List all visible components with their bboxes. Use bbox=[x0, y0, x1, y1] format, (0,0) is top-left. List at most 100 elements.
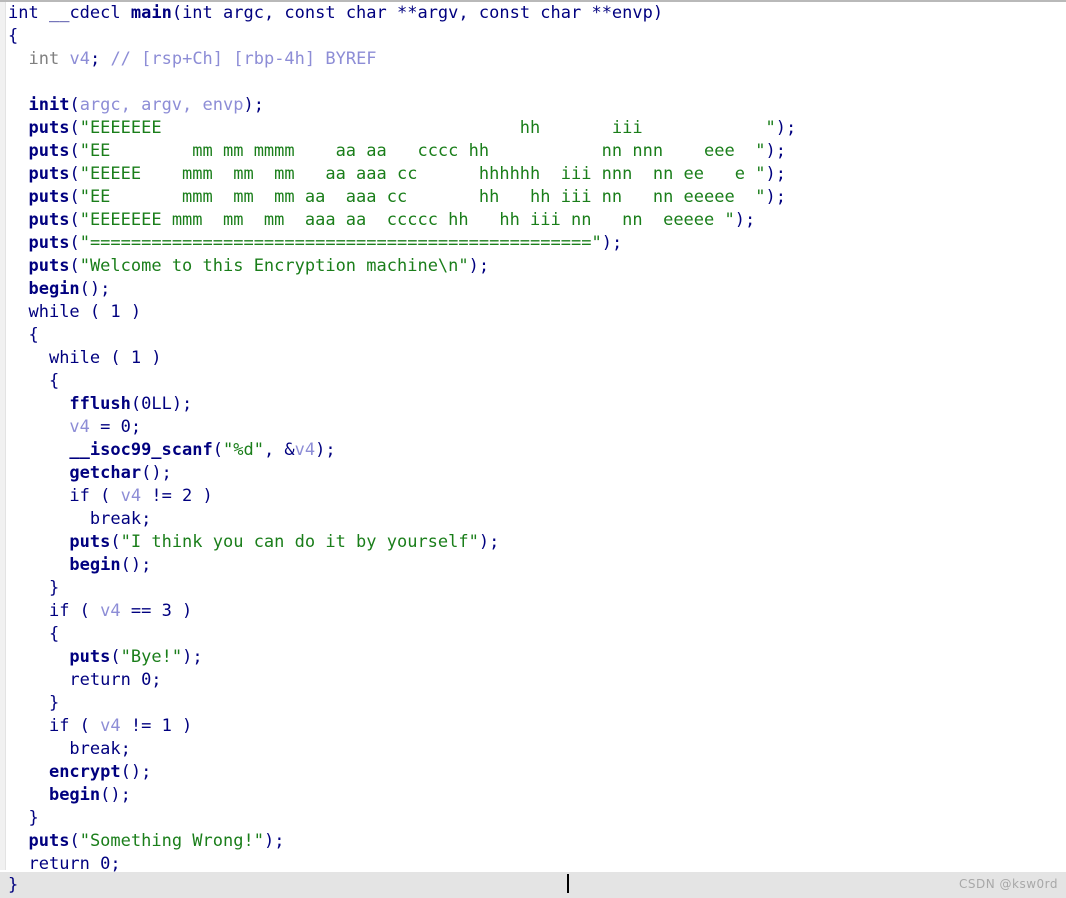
call-init[interactable]: init bbox=[28, 95, 69, 115]
quote-open-b0: " bbox=[79, 118, 90, 138]
call-begin-3[interactable]: begin bbox=[49, 785, 100, 805]
code-line-encrypt[interactable]: encrypt(); bbox=[0, 761, 1066, 784]
quote-open-wel: " bbox=[79, 256, 90, 276]
code-line-brace-open-if-eq3[interactable]: { bbox=[0, 623, 1066, 646]
code-line-welcome[interactable]: puts("Welcome to this Encryption machine… bbox=[0, 255, 1066, 278]
if-ne1-operand[interactable]: v4 bbox=[100, 716, 120, 736]
local-var-v4[interactable]: v4 bbox=[69, 49, 89, 69]
code-line-fflush[interactable]: fflush(0LL); bbox=[0, 393, 1066, 416]
return-statement-1: return 0; bbox=[69, 670, 162, 690]
code-line-break-1[interactable]: break; bbox=[0, 508, 1066, 531]
code-line-begin-1[interactable]: begin(); bbox=[0, 278, 1066, 301]
call-begin-2[interactable]: begin bbox=[69, 555, 120, 575]
code-line-while-inner[interactable]: while ( 1 ) bbox=[0, 347, 1066, 370]
paren-open-wrong: ( bbox=[69, 831, 80, 851]
paren-open-b3: ( bbox=[69, 187, 80, 207]
if-ne2-comparison: != 2 ) bbox=[141, 486, 213, 506]
assign-target-v4[interactable]: v4 bbox=[69, 417, 89, 437]
think-string: I think you can do it by yourself bbox=[130, 532, 469, 552]
code-line-return-1[interactable]: return 0; bbox=[0, 669, 1066, 692]
local-var-type: int bbox=[28, 49, 60, 69]
bye-string: Bye! bbox=[130, 647, 172, 667]
call-getchar[interactable]: getchar bbox=[69, 463, 141, 483]
paren-begin-3: (); bbox=[100, 785, 131, 805]
code-line-getchar[interactable]: getchar(); bbox=[0, 462, 1066, 485]
code-line-puts-wrong[interactable]: puts("Something Wrong!"); bbox=[0, 830, 1066, 853]
code-line-banner-4[interactable]: puts("EEEEEEE mmm mm mm aaa aa ccccc hh … bbox=[0, 209, 1066, 232]
call-puts-banner-4[interactable]: puts bbox=[28, 210, 69, 230]
call-puts-welcome[interactable]: puts bbox=[28, 256, 69, 276]
code-line-local-declaration[interactable]: int v4; // [rsp+Ch] [rbp-4h] BYREF bbox=[0, 48, 1066, 71]
code-line-banner-0[interactable]: puts("EEEEEEE hh iii "); bbox=[0, 117, 1066, 140]
code-line-while-outer[interactable]: while ( 1 ) bbox=[0, 301, 1066, 324]
function-name-main[interactable]: main bbox=[131, 3, 172, 23]
code-line-puts-bye[interactable]: puts("Bye!"); bbox=[0, 646, 1066, 669]
call-puts-banner-2[interactable]: puts bbox=[28, 164, 69, 184]
paren-open-b1: ( bbox=[69, 141, 80, 161]
quote-close-b3: " bbox=[755, 187, 766, 207]
brace-close-outer-while: } bbox=[28, 808, 39, 828]
call-fflush[interactable]: fflush bbox=[69, 394, 130, 414]
call-puts-divider[interactable]: puts bbox=[28, 233, 69, 253]
call-begin-1[interactable]: begin bbox=[28, 279, 79, 299]
code-line-open-brace[interactable]: { bbox=[0, 25, 1066, 48]
quote-close-fmt: " bbox=[253, 440, 264, 460]
paren-open-think: ( bbox=[110, 532, 121, 552]
call-puts-banner-1[interactable]: puts bbox=[28, 141, 69, 161]
quote-close-b2: " bbox=[755, 164, 766, 184]
current-line-highlight[interactable]: } bbox=[0, 872, 1066, 898]
code-line-begin-2[interactable]: begin(); bbox=[0, 554, 1066, 577]
quote-close-bye: " bbox=[171, 647, 183, 667]
call-isoc99-scanf[interactable]: __isoc99_scanf bbox=[69, 440, 212, 460]
code-line-if-ne-1[interactable]: if ( v4 != 1 ) bbox=[0, 715, 1066, 738]
call-puts-think[interactable]: puts bbox=[69, 532, 110, 552]
pseudocode-code-area[interactable]: int __cdecl main(int argc, const char **… bbox=[0, 2, 1066, 872]
paren-open-b4: ( bbox=[69, 210, 80, 230]
while-inner: while ( 1 ) bbox=[48, 348, 162, 368]
call-puts-banner-3[interactable]: puts bbox=[28, 187, 69, 207]
paren-open-div: ( bbox=[69, 233, 80, 253]
code-line-divider[interactable]: puts("==================================… bbox=[0, 232, 1066, 255]
code-line-brace-open-outer-while[interactable]: { bbox=[0, 324, 1066, 347]
brace-close-inner-while: } bbox=[48, 578, 60, 598]
space-2 bbox=[121, 3, 131, 23]
banner-text-4: EEEEEEE mmm mm mm aaa aa ccccc hh hh iii… bbox=[89, 210, 725, 230]
brace-close-function: } bbox=[8, 875, 19, 895]
code-line-brace-close-inner-while[interactable]: } bbox=[0, 577, 1066, 600]
scanf-target-v4[interactable]: v4 bbox=[295, 440, 315, 460]
code-line-banner-1[interactable]: puts("EE mm mm mmmm aa aa cccc hh nn nnn… bbox=[0, 140, 1066, 163]
code-line-puts-think[interactable]: puts("I think you can do it by yourself"… bbox=[0, 531, 1066, 554]
quote-open-fmt: " bbox=[222, 440, 234, 460]
code-line-scanf[interactable]: __isoc99_scanf("%d", &v4); bbox=[0, 439, 1066, 462]
code-line-assign-v4[interactable]: v4 = 0; bbox=[0, 416, 1066, 439]
code-line-init-call[interactable]: init(argc, argv, envp); bbox=[0, 94, 1066, 117]
call-puts-bye[interactable]: puts bbox=[69, 647, 110, 667]
code-line-signature[interactable]: int __cdecl main(int argc, const char **… bbox=[0, 2, 1066, 25]
paren-open-b2: ( bbox=[69, 164, 80, 184]
if-keyword-eq3: if ( bbox=[48, 601, 101, 621]
code-line-brace-close-outer-while[interactable]: } bbox=[0, 807, 1066, 830]
call-puts-banner-0[interactable]: puts bbox=[28, 118, 69, 138]
code-line-banner-2[interactable]: puts("EEEEE mmm mm mm aa aaa cc hhhhhh i… bbox=[0, 163, 1066, 186]
code-line-if-ne-2[interactable]: if ( v4 != 2 ) bbox=[0, 485, 1066, 508]
code-line-banner-3[interactable]: puts("EE mmm mm mm aa aaa cc hh hh iii n… bbox=[0, 186, 1066, 209]
code-line-if-eq-3[interactable]: if ( v4 == 3 ) bbox=[0, 600, 1066, 623]
paren-close-init: ); bbox=[243, 95, 264, 115]
scanf-format-string: %d bbox=[233, 440, 254, 460]
quote-close-think: " bbox=[468, 532, 479, 552]
call-encrypt[interactable]: encrypt bbox=[49, 762, 121, 782]
brace-open-if-eq3: { bbox=[48, 624, 60, 644]
call-puts-wrong[interactable]: puts bbox=[28, 831, 69, 851]
code-line-break-2[interactable]: break; bbox=[0, 738, 1066, 761]
if-eq3-operand[interactable]: v4 bbox=[100, 601, 120, 621]
paren-begin-2: (); bbox=[120, 555, 152, 575]
code-line-brace-close-if-eq3[interactable]: } bbox=[0, 692, 1066, 715]
code-line-begin-3[interactable]: begin(); bbox=[0, 784, 1066, 807]
if-ne2-operand[interactable]: v4 bbox=[121, 486, 141, 506]
break-statement-1: break; bbox=[89, 509, 152, 529]
quote-close-wel: " bbox=[458, 256, 469, 276]
code-line-brace-open-inner-while[interactable]: { bbox=[0, 370, 1066, 393]
paren-open-init: ( bbox=[69, 95, 80, 115]
code-line-return-2[interactable]: return 0; bbox=[0, 853, 1066, 872]
code-line-close-main[interactable]: } bbox=[0, 872, 1066, 895]
